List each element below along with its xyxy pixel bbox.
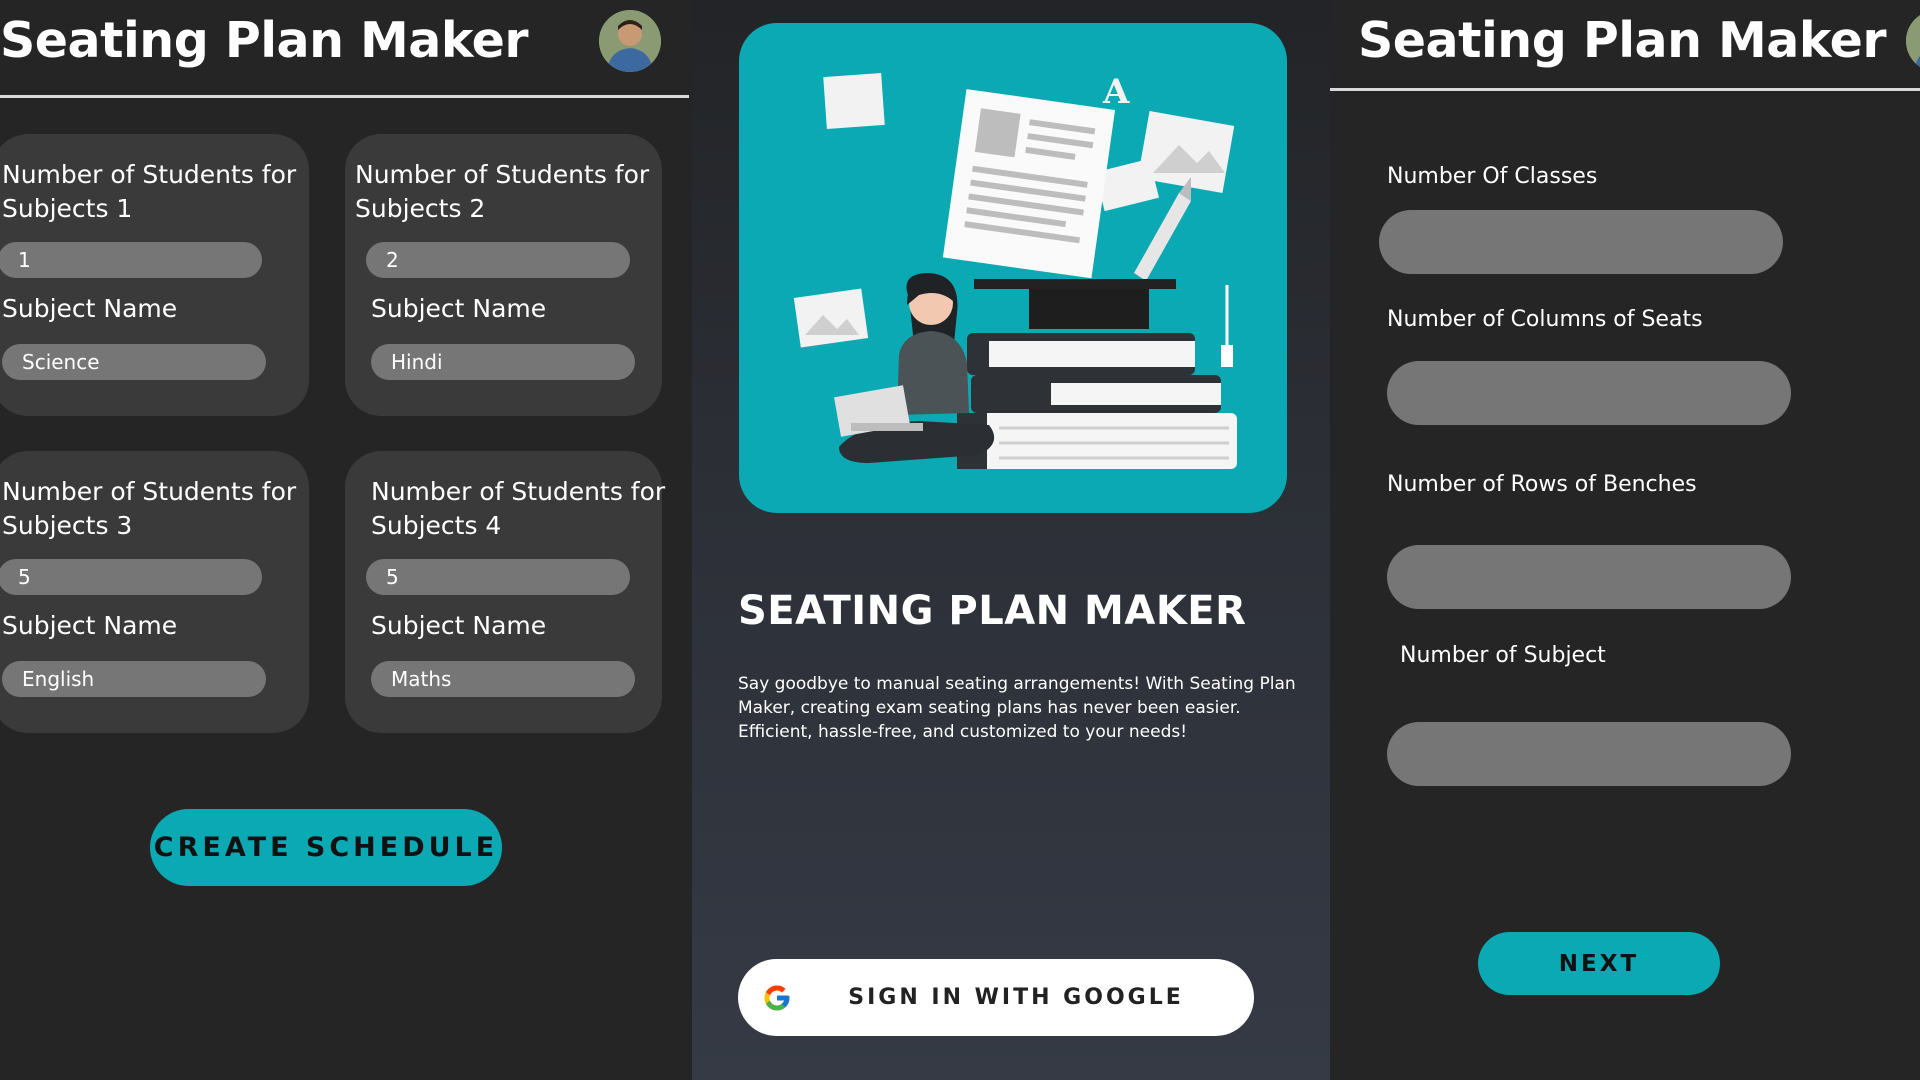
rows-count-label: Number of Rows of Benches <box>1387 472 1697 497</box>
subject-name-label: Subject Name <box>2 611 178 640</box>
hero-illustration: A <box>739 23 1287 513</box>
students-count-input[interactable]: 1 <box>0 242 262 278</box>
columns-count-input[interactable] <box>1387 361 1791 425</box>
subjects-count-label: Number of Subject <box>1400 643 1606 668</box>
students-count-label: Number of Students for Subjects 4 <box>371 477 666 540</box>
students-count-input[interactable]: 5 <box>366 559 630 595</box>
subject-name-input[interactable]: Science <box>2 344 266 380</box>
rows-count-input[interactable] <box>1387 545 1791 609</box>
columns-count-label: Number of Columns of Seats <box>1387 307 1703 332</box>
header-divider <box>0 95 689 98</box>
subject-card-3: Number of Students for Subjects 3 5 Subj… <box>0 451 309 733</box>
header-divider <box>1330 88 1920 91</box>
subject-name-input[interactable]: Maths <box>371 661 635 697</box>
create-schedule-button[interactable]: CREATE SCHEDULE <box>150 809 502 886</box>
google-button-label: SIGN IN WITH GOOGLE <box>848 985 1184 1010</box>
next-button[interactable]: NEXT <box>1478 932 1720 995</box>
subject-card-4: Number of Students for Subjects 4 5 Subj… <box>345 451 665 733</box>
subjects-count-input[interactable] <box>1387 722 1791 786</box>
app-headline: SEATING PLAN MAKER <box>738 588 1247 634</box>
app-description: Say goodbye to manual seating arrangemen… <box>738 674 1296 742</box>
sign-in-google-button[interactable]: SIGN IN WITH GOOGLE <box>738 959 1254 1036</box>
classes-count-input[interactable] <box>1379 210 1783 274</box>
subject-card-1: Number of Students for Subjects 1 1 Subj… <box>0 134 309 416</box>
subject-name-label: Subject Name <box>371 611 547 640</box>
student-studying-illustration: A <box>793 72 1237 469</box>
students-count-label: Number of Students for Subjects 3 <box>2 477 297 540</box>
sign-in-screen: A SEATING PLAN MAKER Say goodbye to manu… <box>692 0 1330 1080</box>
subject-name-input[interactable]: Hindi <box>371 344 635 380</box>
user-avatar[interactable] <box>599 10 661 72</box>
subjects-screen: Seating Plan Maker Number of Students fo… <box>0 0 692 1080</box>
app-title: Seating Plan Maker <box>0 12 529 69</box>
class-setup-screen: Seating Plan Maker Number Of Classes Num… <box>1330 0 1920 1080</box>
classes-count-label: Number Of Classes <box>1387 164 1598 189</box>
subject-name-label: Subject Name <box>371 294 547 323</box>
subject-card-2: Number of Students for Subjects 2 2 Subj… <box>345 134 662 416</box>
students-count-input[interactable]: 5 <box>0 559 262 595</box>
subject-name-label: Subject Name <box>2 294 178 323</box>
letter-a: A <box>1102 72 1130 112</box>
students-count-input[interactable]: 2 <box>366 242 630 278</box>
user-avatar[interactable] <box>1906 10 1920 72</box>
students-count-label: Number of Students for Subjects 1 <box>2 160 297 223</box>
subject-name-input[interactable]: English <box>2 661 266 697</box>
app-title: Seating Plan Maker <box>1358 12 1887 69</box>
students-count-label: Number of Students for Subjects 2 <box>355 160 650 223</box>
